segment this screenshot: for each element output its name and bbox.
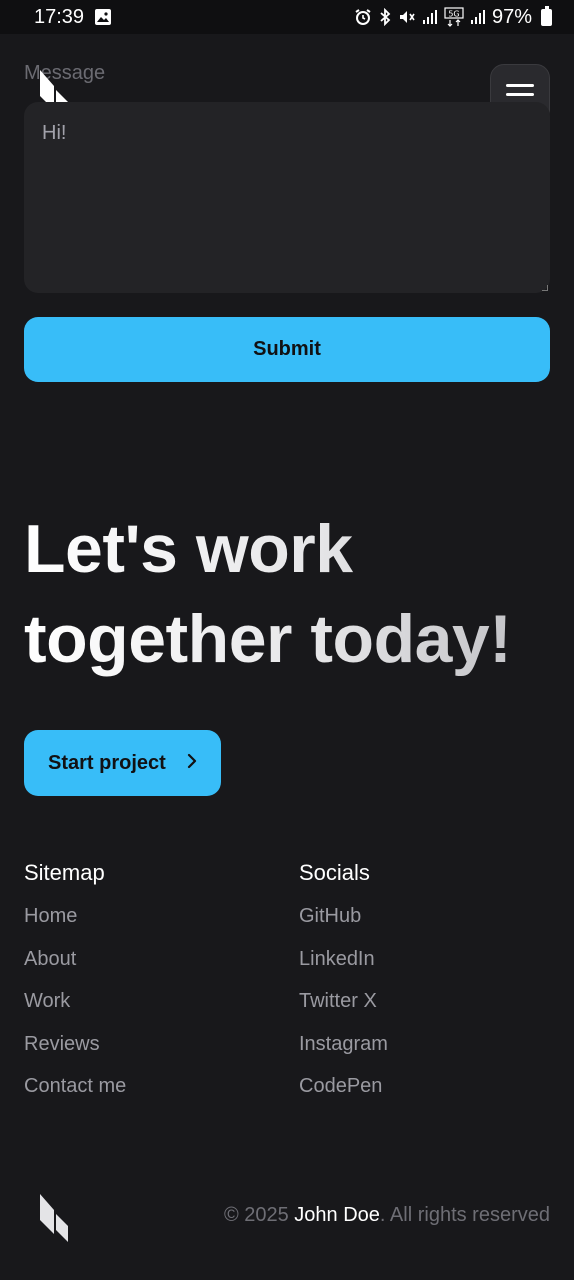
sitemap-link-home[interactable]: Home (24, 901, 126, 944)
svg-text:5G: 5G (448, 10, 459, 19)
sitemap-link-contact[interactable]: Contact me (24, 1071, 126, 1114)
image-icon (94, 8, 112, 26)
copyright-owner: John Doe (294, 1204, 380, 1226)
start-project-button[interactable]: Start project (24, 730, 221, 796)
copyright-suffix: . All rights reserved (379, 1204, 550, 1226)
hero-line-1: Let's work (24, 511, 353, 587)
status-time: 17:39 (34, 5, 85, 28)
brand-logo-footer-icon[interactable] (38, 1192, 70, 1249)
social-link-twitter[interactable]: Twitter X (299, 986, 388, 1029)
sitemap-link-work[interactable]: Work (24, 986, 126, 1029)
copyright-prefix: © 2025 (223, 1204, 295, 1226)
social-link-instagram[interactable]: Instagram (299, 1029, 388, 1072)
social-link-github[interactable]: GitHub (299, 901, 388, 944)
resize-handle-icon[interactable] (542, 285, 548, 291)
signal-icon (470, 8, 486, 26)
start-project-label: Start project (48, 751, 166, 774)
sitemap-list: Home About Work Reviews Contact me (24, 901, 126, 1114)
sitemap-section: Sitemap Home About Work Reviews Contact … (24, 858, 126, 1114)
chevron-right-icon (186, 752, 198, 775)
sitemap-title: Sitemap (24, 860, 105, 885)
hero-line-2: together today! (24, 601, 512, 677)
copyright-text: © 2025 John Doe. All rights reserved (224, 1204, 550, 1227)
sitemap-link-about[interactable]: About (24, 944, 126, 987)
page: 17:39 5G 97% Message Hi! Submit Let's wo… (0, 0, 574, 1280)
submit-label: Submit (253, 338, 321, 360)
submit-button[interactable]: Submit (24, 317, 550, 382)
message-textarea[interactable]: Hi! (24, 102, 550, 293)
socials-title: Socials (299, 860, 370, 885)
hero-heading: Let's work together today! (24, 504, 554, 684)
5g-icon: 5G (444, 7, 464, 27)
socials-list: GitHub LinkedIn Twitter X Instagram Code… (299, 901, 388, 1114)
bluetooth-icon (378, 8, 392, 26)
sitemap-link-reviews[interactable]: Reviews (24, 1029, 126, 1072)
social-link-codepen[interactable]: CodePen (299, 1071, 388, 1114)
status-bar: 17:39 5G 97% (0, 0, 574, 34)
message-value: Hi! (42, 122, 67, 144)
social-link-linkedin[interactable]: LinkedIn (299, 944, 388, 987)
socials-section: Socials GitHub LinkedIn Twitter X Instag… (299, 858, 388, 1114)
battery-percent: 97% (491, 5, 532, 28)
signal-icon (422, 8, 438, 26)
alarm-icon (354, 8, 372, 26)
mute-icon (398, 8, 416, 26)
battery-icon (541, 5, 552, 26)
